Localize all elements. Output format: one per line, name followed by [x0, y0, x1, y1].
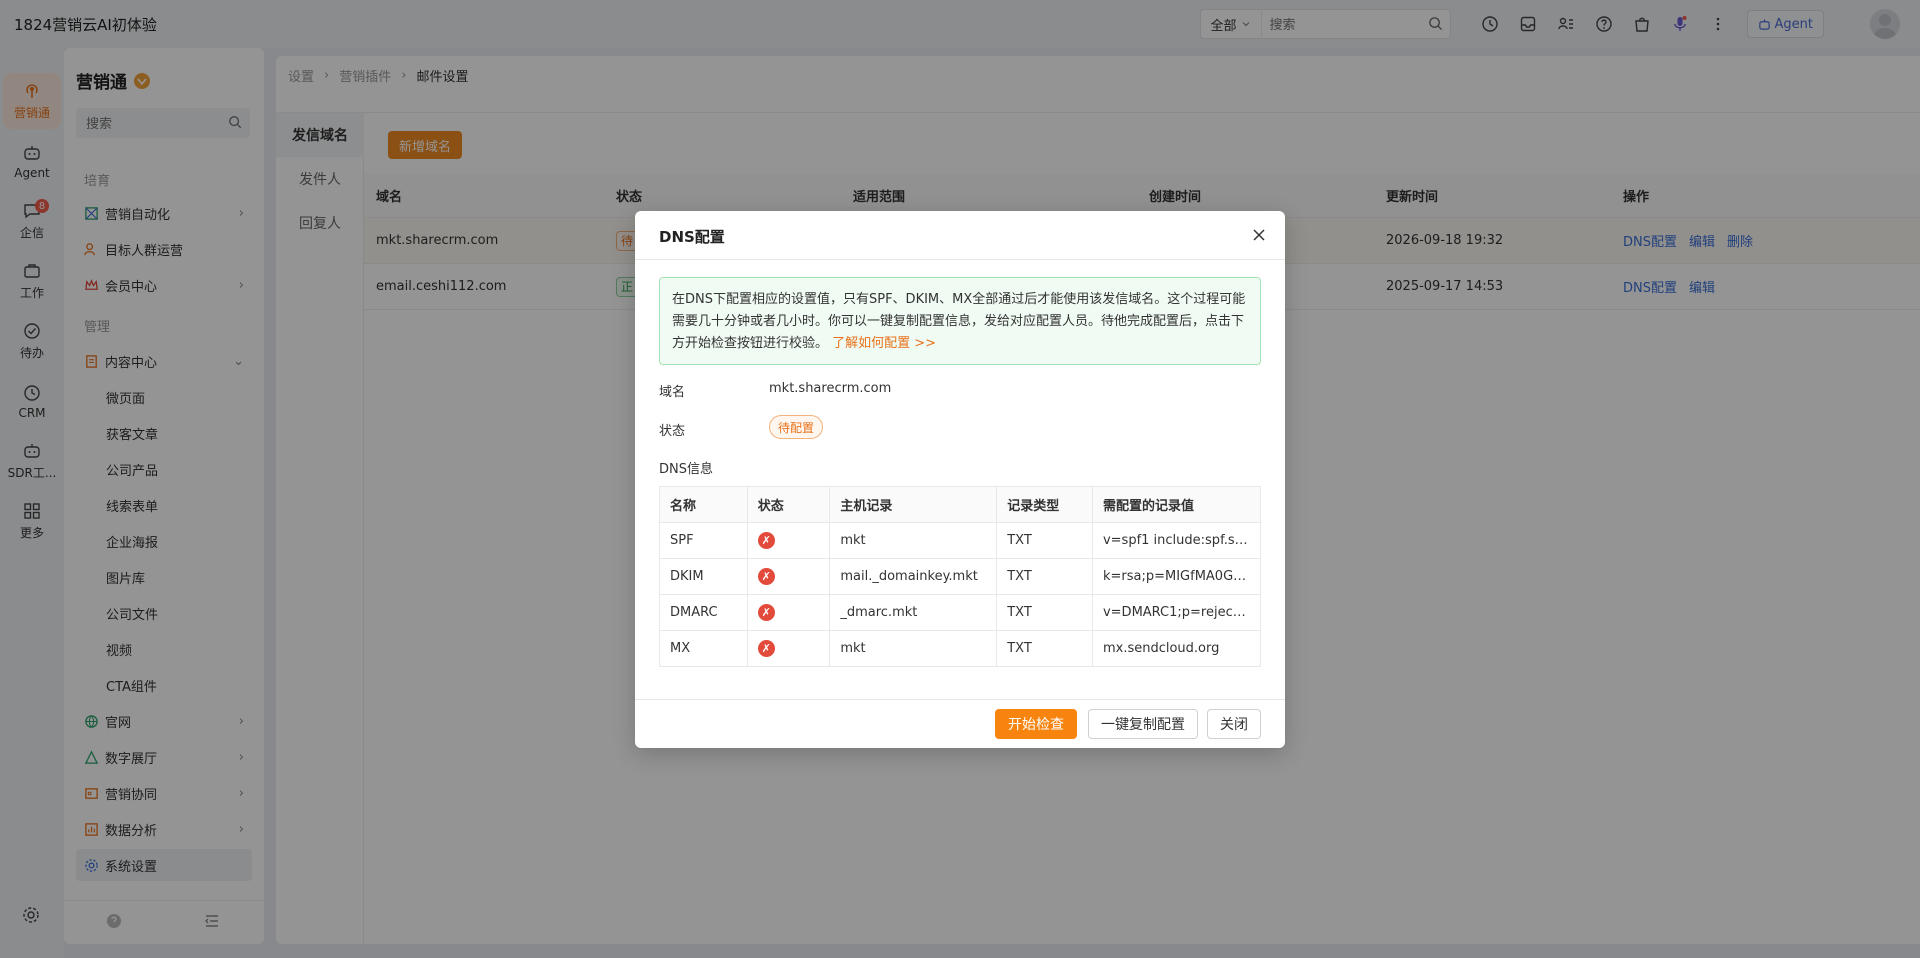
column-header: 需配置的记录值: [1091, 486, 1262, 523]
record-name: MX: [659, 630, 748, 667]
column-header: 名称: [659, 486, 748, 523]
status-badge: 待配置: [769, 415, 824, 439]
record-value: mx.sendcloud.org: [1091, 630, 1262, 667]
close-button[interactable]: 关闭: [1207, 709, 1261, 739]
record-value: v=spf1 include:spf.se...: [1091, 522, 1262, 559]
error-icon: ✗: [757, 532, 775, 549]
error-icon: ✗: [757, 568, 775, 585]
close-icon[interactable]: [1249, 225, 1269, 245]
record-value: k=rsa;p=MIGfMA0GC...: [1091, 558, 1262, 595]
dialog-title: DNS配置: [659, 228, 725, 246]
column-header: 记录类型: [996, 486, 1093, 523]
dns-records-table: 名称 状态 主机记录 记录类型 需配置的记录值 SPF ✗ mkt TXT v=…: [659, 486, 1262, 667]
dns-config-dialog: DNS配置 在DNS下配置相应的设置值，只有SPF、DKIM、MX全部通过后才能…: [635, 211, 1285, 748]
table-row: SPF ✗ mkt TXT v=spf1 include:spf.se...: [659, 522, 1262, 559]
error-icon: ✗: [757, 640, 775, 657]
record-host: _dmarc.mkt: [829, 594, 998, 631]
record-type: TXT: [996, 558, 1093, 595]
column-header: 主机记录: [829, 486, 998, 523]
domain-label: 域名: [659, 385, 686, 400]
domain-value: mkt.sharecrm.com: [769, 381, 892, 396]
record-host: mail._domainkey.mkt: [829, 558, 998, 595]
record-name: DMARC: [659, 594, 748, 631]
record-name: DKIM: [659, 558, 748, 595]
table-row: DKIM ✗ mail._domainkey.mkt TXT k=rsa;p=M…: [659, 558, 1262, 595]
record-type: TXT: [996, 594, 1093, 631]
start-check-button[interactable]: 开始检查: [995, 709, 1077, 739]
error-icon: ✗: [757, 604, 775, 621]
info-notice: 在DNS下配置相应的设置值，只有SPF、DKIM、MX全部通过后才能使用该发信域…: [659, 277, 1261, 365]
record-value: v=DMARC1;p=reject;r...: [1091, 594, 1262, 631]
table-row: DMARC ✗ _dmarc.mkt TXT v=DMARC1;p=reject…: [659, 594, 1262, 631]
table-row: MX ✗ mkt TXT mx.sendcloud.org: [659, 630, 1262, 667]
record-name: SPF: [659, 522, 748, 559]
record-host: mkt: [829, 630, 998, 667]
copy-config-button[interactable]: 一键复制配置: [1088, 709, 1198, 739]
record-host: mkt: [829, 522, 998, 559]
column-header: 状态: [746, 486, 831, 523]
learn-how-link[interactable]: 了解如何配置 >>: [832, 336, 936, 351]
notice-text: 在DNS下配置相应的设置值，只有SPF、DKIM、MX全部通过后才能使用该发信域…: [672, 292, 1246, 351]
record-type: TXT: [996, 522, 1093, 559]
record-type: TXT: [996, 630, 1093, 667]
table-header: 名称 状态 主机记录 记录类型 需配置的记录值: [659, 486, 1262, 523]
dns-info-label: DNS信息: [659, 462, 713, 477]
status-label: 状态: [659, 424, 686, 439]
